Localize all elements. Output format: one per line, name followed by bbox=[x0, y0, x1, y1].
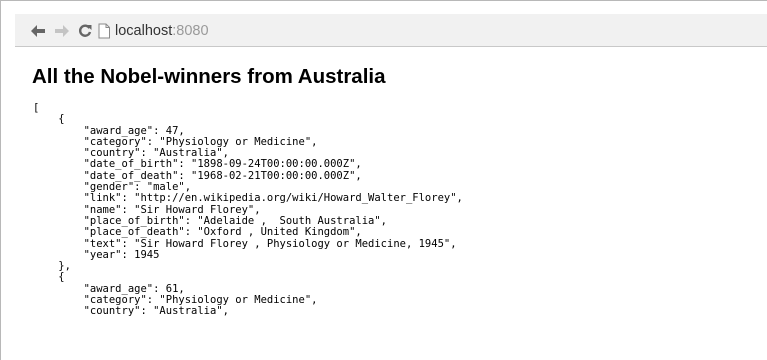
json-line: }, bbox=[33, 260, 71, 273]
json-line: "place_of_death": "Oxford , United Kingd… bbox=[33, 226, 362, 239]
reload-icon bbox=[78, 24, 92, 37]
page-icon bbox=[98, 23, 110, 39]
arrow-left-icon bbox=[31, 25, 45, 37]
browser-window: localhost:8080 All the Nobel-winners fro… bbox=[0, 0, 767, 360]
json-line: "category": "Physiology or Medicine", bbox=[33, 135, 318, 148]
json-line: "link": "http://en.wikipedia.org/wiki/Ho… bbox=[33, 192, 463, 205]
json-line: "category": "Physiology or Medicine", bbox=[33, 294, 318, 307]
json-line: "place_of_birth": "Adelaide , South Aust… bbox=[33, 214, 388, 227]
json-line: "date_of_birth": "1898-09-24T00:00:00.00… bbox=[33, 158, 362, 171]
json-line: { bbox=[33, 271, 65, 284]
json-line: "country": "Australia", bbox=[33, 147, 229, 160]
json-output: [ { "award_age": 47, "category": "Physio… bbox=[33, 102, 463, 318]
json-line: "text": "Sir Howard Florey , Physiology … bbox=[33, 237, 457, 250]
json-line: "country": "Australia", bbox=[33, 305, 229, 318]
forward-button[interactable] bbox=[53, 23, 71, 39]
json-line: "award_age": 61, bbox=[33, 282, 185, 295]
json-line: "year": 1945 bbox=[33, 248, 160, 261]
json-line: "gender": "male", bbox=[33, 181, 192, 194]
json-line: { bbox=[33, 113, 65, 126]
reload-button[interactable] bbox=[76, 23, 94, 39]
arrow-right-icon bbox=[55, 25, 69, 37]
address-bar[interactable]: localhost:8080 bbox=[115, 22, 209, 40]
url-port: :8080 bbox=[172, 23, 209, 39]
back-button[interactable] bbox=[29, 23, 47, 39]
url-host: localhost bbox=[115, 23, 173, 39]
json-line: "award_age": 47, bbox=[33, 124, 185, 137]
json-line: "date_of_death": "1968-02-21T00:00:00.00… bbox=[33, 169, 362, 182]
browser-toolbar: localhost:8080 bbox=[15, 14, 767, 47]
page-title: All the Nobel-winners from Australia bbox=[32, 65, 386, 88]
json-line: [ bbox=[33, 102, 40, 114]
json-line: "name": "Sir Howard Florey", bbox=[33, 203, 261, 216]
